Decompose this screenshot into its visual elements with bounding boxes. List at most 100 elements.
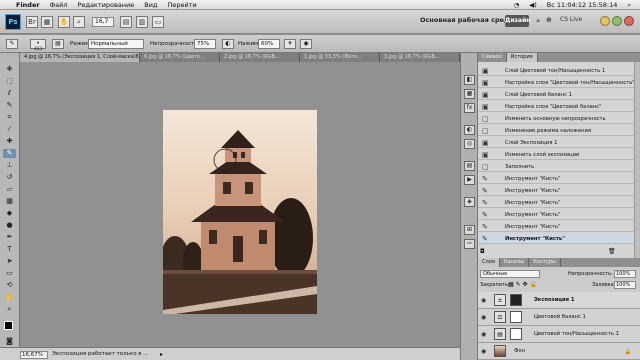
pen-tool-icon[interactable]: ✒ [3, 233, 16, 242]
history-item[interactable]: ▣ Слой Цветовой тон/Насыщенность 1 [478, 66, 634, 76]
move-tool-icon[interactable]: ✥ [3, 65, 16, 74]
foreground-color-swatch[interactable] [4, 321, 13, 330]
healing-brush-tool-icon[interactable]: ✚ [3, 137, 16, 146]
document-image[interactable] [163, 110, 317, 314]
history-item[interactable]: ✎ Инструмент "Кисть" [478, 198, 634, 208]
gradient-tool-icon[interactable]: ▦ [3, 197, 16, 206]
menu-view[interactable]: Вид [139, 0, 162, 10]
history-item[interactable]: ▣ Слой Цветовой баланс 1 [478, 90, 634, 100]
lock-icons[interactable]: ▦ ✎ ✥ 🔒 [508, 281, 537, 288]
paths-panel-icon[interactable]: ✑ [464, 239, 475, 249]
tab-document-3[interactable]: 3.jpg @ 16,7% (RGB... [380, 53, 460, 62]
tab-paths[interactable]: Контуры [529, 258, 561, 267]
quick-mask-icon[interactable]: ◙ [3, 337, 16, 346]
dodge-tool-icon[interactable]: ● [3, 221, 16, 230]
adjustments-panel-icon[interactable]: ◐ [464, 125, 475, 135]
zoom-tool-icon[interactable]: ⌕ [73, 16, 85, 28]
masks-panel-icon[interactable]: ◎ [464, 139, 475, 149]
zoom-level-field[interactable]: 16,7 [92, 17, 114, 27]
history-item[interactable]: ▢ Заполнить [478, 162, 634, 172]
layer-mask-thumbnail[interactable] [510, 294, 522, 306]
arrange-documents-icon[interactable]: ▥ [136, 16, 148, 28]
tab-document-6[interactable]: 6.jpg @ 16,7% (Цвето... [140, 53, 220, 62]
history-panel-icon[interactable]: ▤ [464, 161, 475, 171]
layer-row[interactable]: ◉ ⚖ Цветовой баланс 1 [478, 309, 640, 326]
history-item[interactable]: ▢ Изменить основную непрозрачность [478, 114, 634, 124]
history-item[interactable]: ✎ Инструмент "Кисть" [478, 174, 634, 184]
hand-tool-icon[interactable]: ✋ [58, 16, 70, 28]
zoom-window-icon[interactable] [612, 16, 622, 26]
menu-edit[interactable]: Редактирование [73, 0, 140, 10]
3d-rotate-tool-icon[interactable]: ⟲ [3, 281, 16, 290]
color-panel-icon[interactable]: ◧ [464, 75, 475, 85]
layer-row[interactable]: ◉ Фон 🔒 [478, 343, 640, 360]
layer-fill-input[interactable]: 100% [614, 281, 636, 289]
layers-panel-icon[interactable]: ◈ [464, 197, 475, 207]
history-item[interactable]: ▣ Настройка слоя "Цветовой тон/Насыщеннос… [478, 78, 634, 88]
bridge-icon[interactable]: Br [26, 16, 38, 28]
swatches-panel-icon[interactable]: ▦ [464, 89, 475, 99]
flow-input[interactable]: 60% [258, 39, 280, 49]
history-item[interactable]: ▣ Настройка слоя "Цветовой баланс" [478, 102, 634, 112]
zoom-tool-icon[interactable]: ⌕ [3, 305, 16, 314]
tab-document-4[interactable]: 4.jpg @ 16,7% (Экспозиция 1, Слой-маска/… [20, 53, 140, 62]
tab-history[interactable]: История [506, 53, 538, 62]
layer-blend-mode-select[interactable]: Обычные [480, 270, 540, 278]
hand-tool-icon[interactable]: ✋ [3, 293, 16, 302]
history-item-selected[interactable]: ✎ Инструмент "Кисть" [478, 234, 634, 244]
channels-panel-icon[interactable]: ⊞ [464, 225, 475, 235]
tab-document-1[interactable]: 1.jpg @ 33,3% (Фото... [300, 53, 380, 62]
visibility-eye-icon[interactable]: ◉ [481, 348, 486, 355]
tab-document-2[interactable]: 2.jpg @ 16,7% (RGB... [220, 53, 300, 62]
blend-mode-select[interactable]: Нормальный [88, 39, 144, 49]
tablet-size-icon[interactable]: ◉ [300, 39, 312, 49]
history-item[interactable]: ✎ Инструмент "Кисть" [478, 210, 634, 220]
wifi-icon[interactable]: ◔ [509, 0, 525, 10]
shape-tool-icon[interactable]: ▭ [3, 269, 16, 278]
screen-mode-icon[interactable]: ▭ [152, 16, 164, 28]
brush-tool-icon[interactable]: ✎ [3, 149, 16, 158]
history-item[interactable]: ✎ Инструмент "Кисть" [478, 222, 634, 232]
layer-row[interactable]: ◉ ▤ Цветовой тон/Насыщенность 1 [478, 326, 640, 343]
history-item[interactable]: ✎ Инструмент "Кисть" [478, 186, 634, 196]
visibility-eye-icon[interactable]: ◉ [481, 314, 486, 321]
history-scrollbar[interactable] [634, 62, 640, 258]
delete-state-icon[interactable]: 🗑 [608, 248, 616, 255]
marquee-tool-icon[interactable]: ⬚ [3, 77, 16, 86]
crop-tool-icon[interactable]: ⌗ [3, 113, 16, 122]
workspace-name[interactable]: Основная рабочая среда [420, 16, 514, 24]
status-zoom-field[interactable]: 16,67% [20, 351, 48, 359]
design-workspace-button[interactable]: Дизайн [505, 15, 530, 27]
menu-app-finder[interactable]: Finder [11, 0, 45, 10]
menu-go[interactable]: Перейти [162, 0, 201, 10]
close-window-icon[interactable] [624, 16, 634, 26]
visibility-eye-icon[interactable]: ◉ [481, 297, 486, 304]
layer-opacity-input[interactable]: 100% [614, 270, 636, 278]
view-extras-icon[interactable]: ▤ [120, 16, 132, 28]
path-selection-tool-icon[interactable]: ➤ [3, 257, 16, 266]
eyedropper-tool-icon[interactable]: ⁄ [3, 125, 16, 134]
layer-mask-thumbnail[interactable] [510, 311, 522, 323]
clone-stamp-tool-icon[interactable]: ⊥ [3, 161, 16, 170]
history-item[interactable]: ▣ Слой Экспозиция 1 [478, 138, 634, 148]
spotlight-icon[interactable]: ⌕ [622, 0, 636, 10]
status-menu-arrow-icon[interactable]: ▸ [160, 351, 163, 358]
lasso-tool-icon[interactable]: ℓ [3, 89, 16, 98]
tab-channels[interactable]: Каналы [500, 258, 530, 267]
layer-row[interactable]: ◉ ± Экспозиция 1 [478, 292, 640, 309]
eraser-tool-icon[interactable]: ▱ [3, 185, 16, 194]
airbrush-icon[interactable]: ✈ [284, 39, 296, 49]
menu-file[interactable]: Файл [45, 0, 73, 10]
minimize-window-icon[interactable] [600, 16, 610, 26]
visibility-eye-icon[interactable]: ◉ [481, 331, 486, 338]
menubar-clock[interactable]: Вс 11:04:12 15:58:14 [542, 0, 623, 10]
tab-layers[interactable]: Слои [478, 258, 500, 267]
new-snapshot-icon[interactable]: ◘ [480, 248, 485, 255]
opacity-input[interactable]: 75% [194, 39, 216, 49]
styles-panel-icon[interactable]: fx [464, 103, 475, 113]
minibridge-icon[interactable]: ▦ [41, 16, 53, 28]
type-tool-icon[interactable]: T [3, 245, 16, 254]
layer-mask-thumbnail[interactable] [510, 328, 522, 340]
tablet-opacity-icon[interactable]: ◐ [222, 39, 234, 49]
actions-panel-icon[interactable]: ▶ [464, 175, 475, 185]
